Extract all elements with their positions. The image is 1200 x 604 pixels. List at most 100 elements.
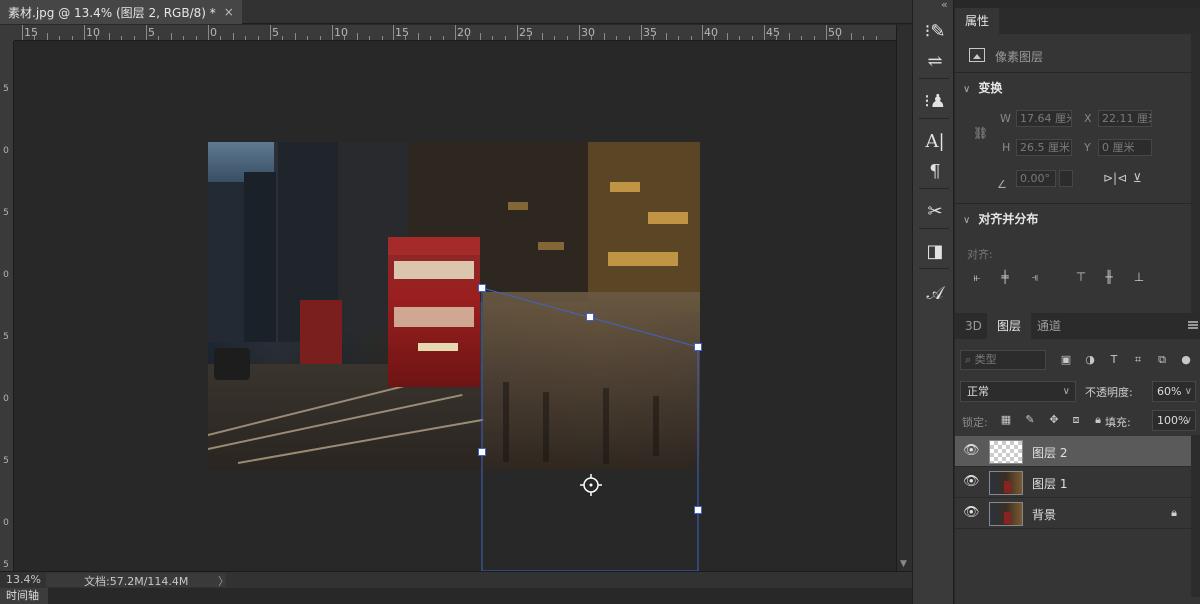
vertical-ruler[interactable]: 5 0 5 0 5 0 5 0 5 — [0, 41, 14, 571]
transform-handle-middle-left[interactable] — [478, 448, 486, 456]
lock-artboard-icon[interactable]: ⧈ — [1069, 413, 1083, 427]
status-menu-arrow-icon[interactable]: 〉 — [218, 573, 229, 589]
ruler-corner[interactable] — [0, 25, 14, 41]
align-top-edges-icon[interactable]: ⊤ — [1073, 270, 1089, 284]
ruler-major-tick — [579, 25, 580, 40]
panel-dock-icons: « ⁝✎ ⇌ ⁝♟ A| ¶ ✂ ◨ 𝒜 — [912, 0, 954, 604]
x-field[interactable]: 22.11 厘米 — [1098, 110, 1152, 127]
tab-channels[interactable]: 通道 — [1027, 313, 1071, 339]
blend-mode-select[interactable]: 正常 ∨ — [960, 381, 1076, 402]
link-icon[interactable]: ⛓ — [973, 126, 988, 140]
ruler-major-tick — [332, 25, 333, 40]
filter-toggle-icon[interactable]: ● — [1179, 353, 1193, 367]
height-field[interactable]: 26.5 厘米 — [1016, 139, 1072, 156]
lock-image-pixels-icon[interactable]: ✎ — [1023, 413, 1037, 427]
layer-name[interactable]: 图层 2 — [1032, 444, 1067, 461]
angle-dropdown[interactable] — [1059, 170, 1073, 187]
scroll-down-icon[interactable]: ▼ — [900, 559, 907, 569]
zoom-level[interactable]: 13.4% — [6, 573, 41, 586]
layer-row[interactable]: 👁︎ 图层 1 — [955, 467, 1191, 498]
layer-thumbnail[interactable] — [989, 502, 1023, 526]
visibility-eye-icon[interactable]: 👁︎ — [963, 475, 980, 489]
transform-handle-middle-right[interactable] — [694, 506, 702, 514]
ruler-minor-tick — [566, 36, 568, 40]
fill-field[interactable]: 100% ∨ — [1152, 410, 1196, 431]
ruler-minor-tick — [529, 36, 531, 40]
ruler-minor-tick — [479, 33, 481, 40]
clone-source-icon[interactable]: ⁝♟ — [921, 88, 949, 114]
tab-timeline[interactable]: 时间轴 — [0, 588, 48, 604]
tab-layers[interactable]: 图层 — [987, 313, 1032, 339]
document-tab[interactable]: 素材.jpg @ 13.4% (图层 2, RGB/8) * × — [0, 0, 242, 24]
ruler-minor-tick — [492, 36, 494, 40]
align-horizontal-centers-icon[interactable]: ╪ — [997, 270, 1013, 284]
ruler-minor-tick — [170, 33, 172, 40]
lock-position-icon[interactable]: ✥ — [1047, 413, 1061, 427]
brush-settings-icon[interactable]: ⁝✎ — [921, 18, 949, 44]
lock-icon[interactable]: 🔒︎ — [1171, 506, 1177, 520]
close-icon[interactable]: × — [224, 5, 234, 19]
transform-handle-top-middle[interactable] — [586, 313, 594, 321]
filter-smart-object-icon[interactable]: ⧉ — [1155, 353, 1169, 367]
align-right-edges-icon[interactable]: ⫣ — [1027, 270, 1043, 284]
horizontal-ruler[interactable]: 15 10 5 0 5 10 15 20 25 30 35 40 45 50 — [14, 25, 896, 41]
angle-field[interactable]: 0.00° — [1016, 170, 1056, 187]
ruler-label: 0 — [3, 146, 9, 156]
tab-properties[interactable]: 属性 — [955, 8, 1000, 34]
adjustments-icon[interactable]: ⇌ — [921, 48, 949, 74]
ruler-minor-tick — [183, 36, 185, 40]
flip-vertical-icon[interactable]: ⊻ — [1133, 171, 1142, 185]
canvas-area[interactable] — [14, 41, 896, 571]
character-icon[interactable]: A| — [921, 128, 949, 154]
lock-label: 锁定: — [962, 416, 988, 429]
transform-handle-top-left[interactable] — [478, 284, 486, 292]
filter-type-icon[interactable]: T — [1107, 353, 1121, 367]
glyphs-icon[interactable]: 𝒜 — [921, 280, 949, 306]
pixel-layer-icon — [969, 48, 985, 62]
properties-scrollbar[interactable] — [1191, 34, 1200, 313]
align-vertical-centers-icon[interactable]: ╫ — [1101, 270, 1117, 284]
ruler-minor-tick — [739, 36, 741, 40]
opacity-label: 不透明度: — [1085, 386, 1133, 399]
lock-transparent-pixels-icon[interactable]: ▦ — [999, 413, 1013, 427]
tool-presets-icon[interactable]: ✂ — [921, 198, 949, 224]
filter-adjustment-icon[interactable]: ◑ — [1083, 353, 1097, 367]
layer-row[interactable]: 👁︎ 图层 2 — [955, 436, 1191, 467]
transform-handle-top-right[interactable] — [694, 343, 702, 351]
layers-tab-strip: 3D 图层 通道 — [955, 313, 1200, 339]
ruler-minor-tick — [381, 36, 383, 40]
layer-name[interactable]: 图层 1 — [1032, 475, 1067, 492]
visibility-eye-icon[interactable]: 👁︎ — [963, 444, 980, 458]
layer-row[interactable]: 👁︎ 背景 🔒︎ — [955, 498, 1191, 529]
search-icon: ⌕ — [965, 353, 975, 366]
filter-pixel-icon[interactable]: ▣ — [1059, 353, 1073, 367]
collapse-panels-icon[interactable]: « — [941, 0, 948, 11]
layers-scrollbar[interactable] — [1191, 435, 1200, 597]
visibility-eye-icon[interactable]: 👁︎ — [963, 506, 980, 520]
canvas-vertical-scrollbar[interactable]: ▼ — [896, 25, 912, 571]
align-bottom-edges-icon[interactable]: ⊥ — [1131, 270, 1147, 284]
ruler-major-tick — [84, 25, 85, 40]
opacity-field[interactable]: 60% ∨ — [1152, 381, 1196, 402]
transform-bounding-box[interactable] — [14, 41, 896, 571]
x-label: X — [1084, 112, 1092, 125]
ruler-label: 5 — [148, 26, 155, 39]
ruler-minor-tick — [356, 33, 358, 40]
y-field[interactable]: 0 厘米 — [1098, 139, 1152, 156]
width-field[interactable]: 17.64 厘米 — [1016, 110, 1072, 127]
panel-menu-icon[interactable] — [1188, 321, 1198, 329]
flip-horizontal-icon[interactable]: ⊳|⊲ — [1103, 171, 1127, 185]
history-icon[interactable]: ◨ — [921, 238, 949, 264]
layer-thumbnail[interactable] — [989, 471, 1023, 495]
align-left-edges-icon[interactable]: ⫦ — [969, 270, 985, 284]
transform-pivot-icon[interactable] — [579, 473, 603, 497]
filter-shape-icon[interactable]: ⌗ — [1131, 353, 1145, 367]
layer-name[interactable]: 背景 — [1032, 506, 1056, 523]
paragraph-icon[interactable]: ¶ — [921, 158, 949, 184]
layer-thumbnail[interactable] — [989, 440, 1023, 464]
layer-filter-input[interactable]: ⌕ 类型 — [960, 350, 1046, 370]
transform-section-header[interactable]: ∨ 变换 — [963, 79, 1002, 96]
ruler-minor-tick — [838, 36, 840, 40]
align-section-header[interactable]: ∨ 对齐并分布 — [963, 210, 1038, 227]
lock-all-icon[interactable]: 🔒︎ — [1091, 413, 1105, 427]
